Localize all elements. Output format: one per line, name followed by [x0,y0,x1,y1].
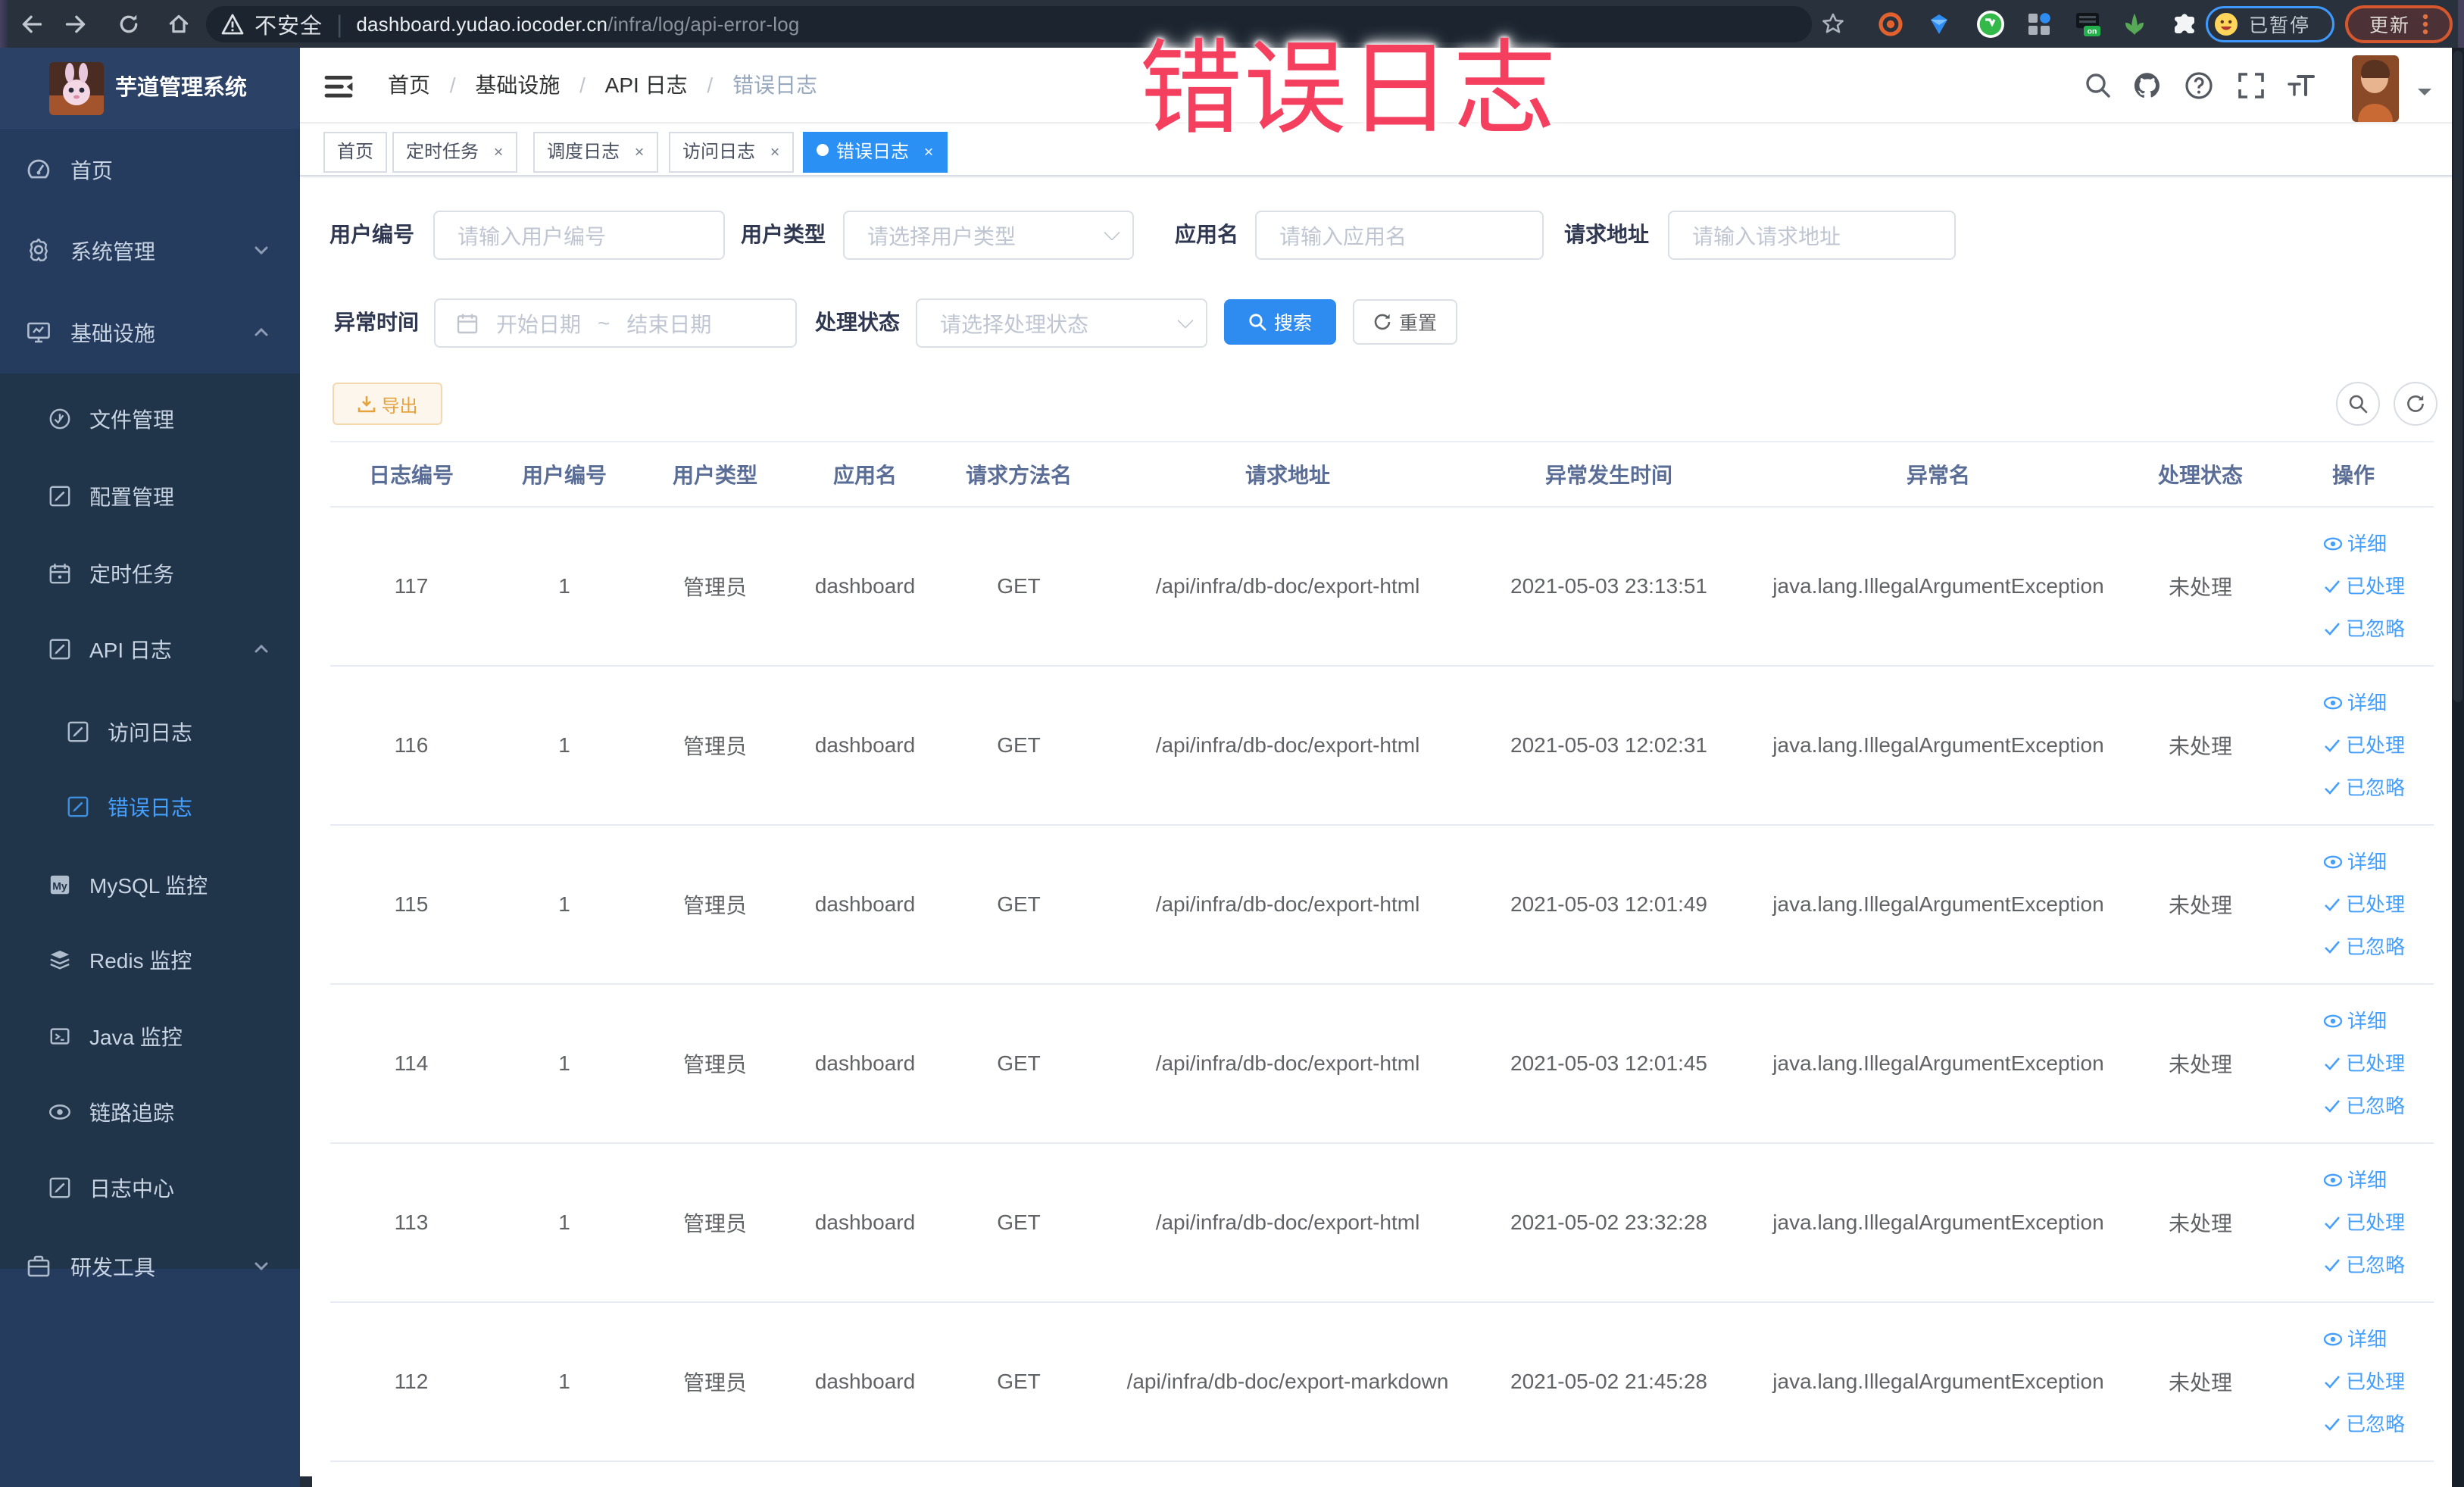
svg-text:My: My [52,879,67,892]
svg-text:on: on [2088,27,2097,36]
